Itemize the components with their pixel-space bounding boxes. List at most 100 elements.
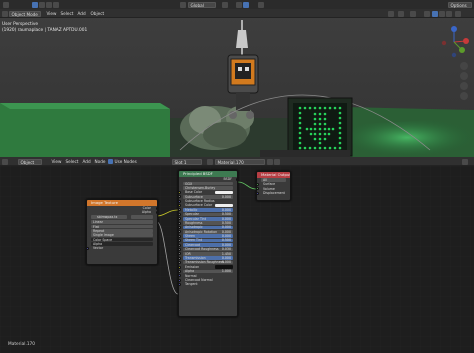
menu-add[interactable]: Add: [81, 159, 92, 165]
bsdf-input-socket[interactable]: [179, 212, 181, 216]
neg-x-axis-icon: [441, 40, 447, 46]
bsdf-input-socket[interactable]: [179, 269, 181, 273]
orientation-icon[interactable]: [180, 1, 186, 8]
visibility-icon[interactable]: [388, 10, 394, 17]
slot-dropdown[interactable]: Slot 1: [172, 158, 202, 165]
menu-node[interactable]: Node: [93, 159, 107, 165]
shader-editor[interactable]: Object View Select Add Node Use Nodes Sl…: [0, 157, 474, 353]
proportional-edit-icon[interactable]: [258, 1, 264, 8]
vector-input-socket[interactable]: [87, 246, 89, 250]
bsdf-inputs: Base Color 0.000 Subsurface Subsurface Radi…: [179, 190, 237, 287]
editor-type-icon[interactable]: [2, 10, 8, 17]
bsdf-input-socket[interactable]: [179, 239, 181, 243]
image-texture-node[interactable]: Image Texture Color Alpha sbimwpaa.tx Li…: [86, 199, 158, 265]
volume-input-socket[interactable]: [257, 187, 259, 191]
gizmo-icon[interactable]: [398, 10, 404, 17]
alpha-output-label: Alpha: [141, 210, 151, 215]
pin-icon[interactable]: [462, 158, 468, 165]
menu-select[interactable]: Select: [64, 159, 80, 165]
viewport-info: User Perspective (1920) raumaplace | TAN…: [2, 22, 87, 34]
select-circle-icon[interactable]: [46, 1, 52, 8]
shader-editor-header: Object View Select Add Node Use Nodes Sl…: [0, 157, 474, 166]
bsdf-input-row[interactable]: Tangent: [179, 282, 237, 286]
transform-orientation-dropdown[interactable]: Global: [188, 1, 216, 8]
node-title: Material Output: [261, 172, 291, 177]
shading-rendered-icon[interactable]: [446, 10, 452, 17]
pivot-icon[interactable]: [222, 1, 228, 8]
bsdf-input-socket[interactable]: [179, 204, 181, 208]
frame-object-info: (1920) raumaplace | TANAZ APTDU.001: [2, 28, 88, 33]
navigation-gizmo[interactable]: [436, 24, 472, 60]
close-icon[interactable]: [274, 158, 280, 165]
snap-icon[interactable]: [236, 1, 242, 8]
x-axis-icon: [463, 38, 469, 44]
shading-solid-icon[interactable]: [432, 10, 438, 17]
principled-bsdf-node[interactable]: Principled BSDF BSDF GGX Christensen-Bur…: [178, 170, 238, 317]
zoom-icon[interactable]: [460, 62, 468, 70]
perspective-grid-icon[interactable]: [460, 92, 468, 100]
menu-view[interactable]: View: [50, 159, 63, 165]
material-output-node[interactable]: Material Output All Surface Volume Displ…: [256, 171, 291, 201]
bsdf-input-socket[interactable]: [179, 278, 181, 282]
menu-add[interactable]: Add: [76, 11, 87, 17]
editor-type-icon[interactable]: [2, 158, 8, 165]
color-output-label: Color: [142, 206, 151, 210]
pan-hand-icon[interactable]: [460, 72, 468, 80]
bsdf-input-socket[interactable]: [179, 261, 181, 265]
bsdf-input-socket[interactable]: [179, 230, 181, 234]
bsdf-input-socket[interactable]: [179, 225, 181, 229]
mode-dropdown[interactable]: Object Mode: [9, 10, 41, 17]
image-name: sbimwpaa.tx: [97, 215, 118, 220]
image-browse-field[interactable]: sbimwpaa.tx: [91, 215, 127, 219]
menu-select[interactable]: Select: [59, 11, 75, 17]
node-title: Principled BSDF: [183, 171, 213, 176]
surface-input-socket[interactable]: [257, 183, 259, 187]
fake-user-icon[interactable]: [267, 158, 273, 165]
bsdf-input-socket[interactable]: [179, 283, 181, 287]
bsdf-input-socket[interactable]: [179, 243, 181, 247]
bsdf-input-socket[interactable]: [179, 256, 181, 260]
bsdf-input-socket[interactable]: [179, 217, 181, 221]
top-bar: Global Options: [0, 0, 474, 9]
z-axis-icon: [451, 26, 457, 32]
bsdf-input-socket[interactable]: [179, 274, 181, 278]
menu-view[interactable]: View: [45, 11, 58, 17]
bsdf-input-socket[interactable]: [179, 199, 181, 203]
viewport-type-icon[interactable]: [3, 1, 9, 8]
bsdf-output-socket[interactable]: [235, 177, 237, 181]
xray-icon[interactable]: [424, 10, 430, 17]
alpha-output-socket[interactable]: [155, 211, 157, 215]
vector-input-label: Vector: [93, 246, 104, 251]
bsdf-input-socket[interactable]: [179, 190, 181, 194]
bsdf-output-label: BSDF: [223, 177, 232, 181]
color-output-socket[interactable]: [155, 206, 157, 210]
select-lasso-icon[interactable]: [53, 1, 59, 8]
bsdf-input-socket[interactable]: [179, 195, 181, 199]
material-name-field[interactable]: Material.170: [215, 158, 265, 165]
shading-material-icon[interactable]: [439, 10, 445, 17]
bsdf-input-socket[interactable]: [179, 234, 181, 238]
displacement-input-label: Displacement: [263, 191, 285, 196]
bsdf-input-socket[interactable]: [179, 247, 181, 251]
viewport-header: Object Mode View Select Add Object: [0, 9, 474, 18]
3d-viewport[interactable]: Global Options Object Mode View Select A…: [0, 0, 474, 157]
select-tool-icon[interactable]: [32, 1, 38, 8]
bsdf-input-socket[interactable]: [179, 221, 181, 225]
bsdf-input-label: Tangent: [185, 282, 198, 287]
displacement-input-socket[interactable]: [257, 191, 259, 195]
bsdf-input-socket[interactable]: [179, 252, 181, 256]
overlay-icon[interactable]: [410, 10, 416, 17]
y-axis-icon: [459, 47, 465, 53]
select-box-icon[interactable]: [39, 1, 45, 8]
shading-options-icon[interactable]: [455, 10, 461, 17]
image-actions[interactable]: [131, 215, 153, 219]
material-browse-icon[interactable]: [207, 158, 213, 165]
snap-toggle-icon[interactable]: [243, 1, 249, 8]
use-nodes-label: Use Nodes: [114, 158, 137, 164]
shader-type-dropdown[interactable]: Object: [18, 158, 42, 165]
camera-view-icon[interactable]: [460, 82, 468, 90]
bsdf-input-socket[interactable]: [179, 208, 181, 212]
bsdf-input-socket[interactable]: [179, 265, 181, 269]
options-dropdown[interactable]: Options: [448, 1, 472, 8]
menu-object[interactable]: Object: [89, 11, 106, 17]
